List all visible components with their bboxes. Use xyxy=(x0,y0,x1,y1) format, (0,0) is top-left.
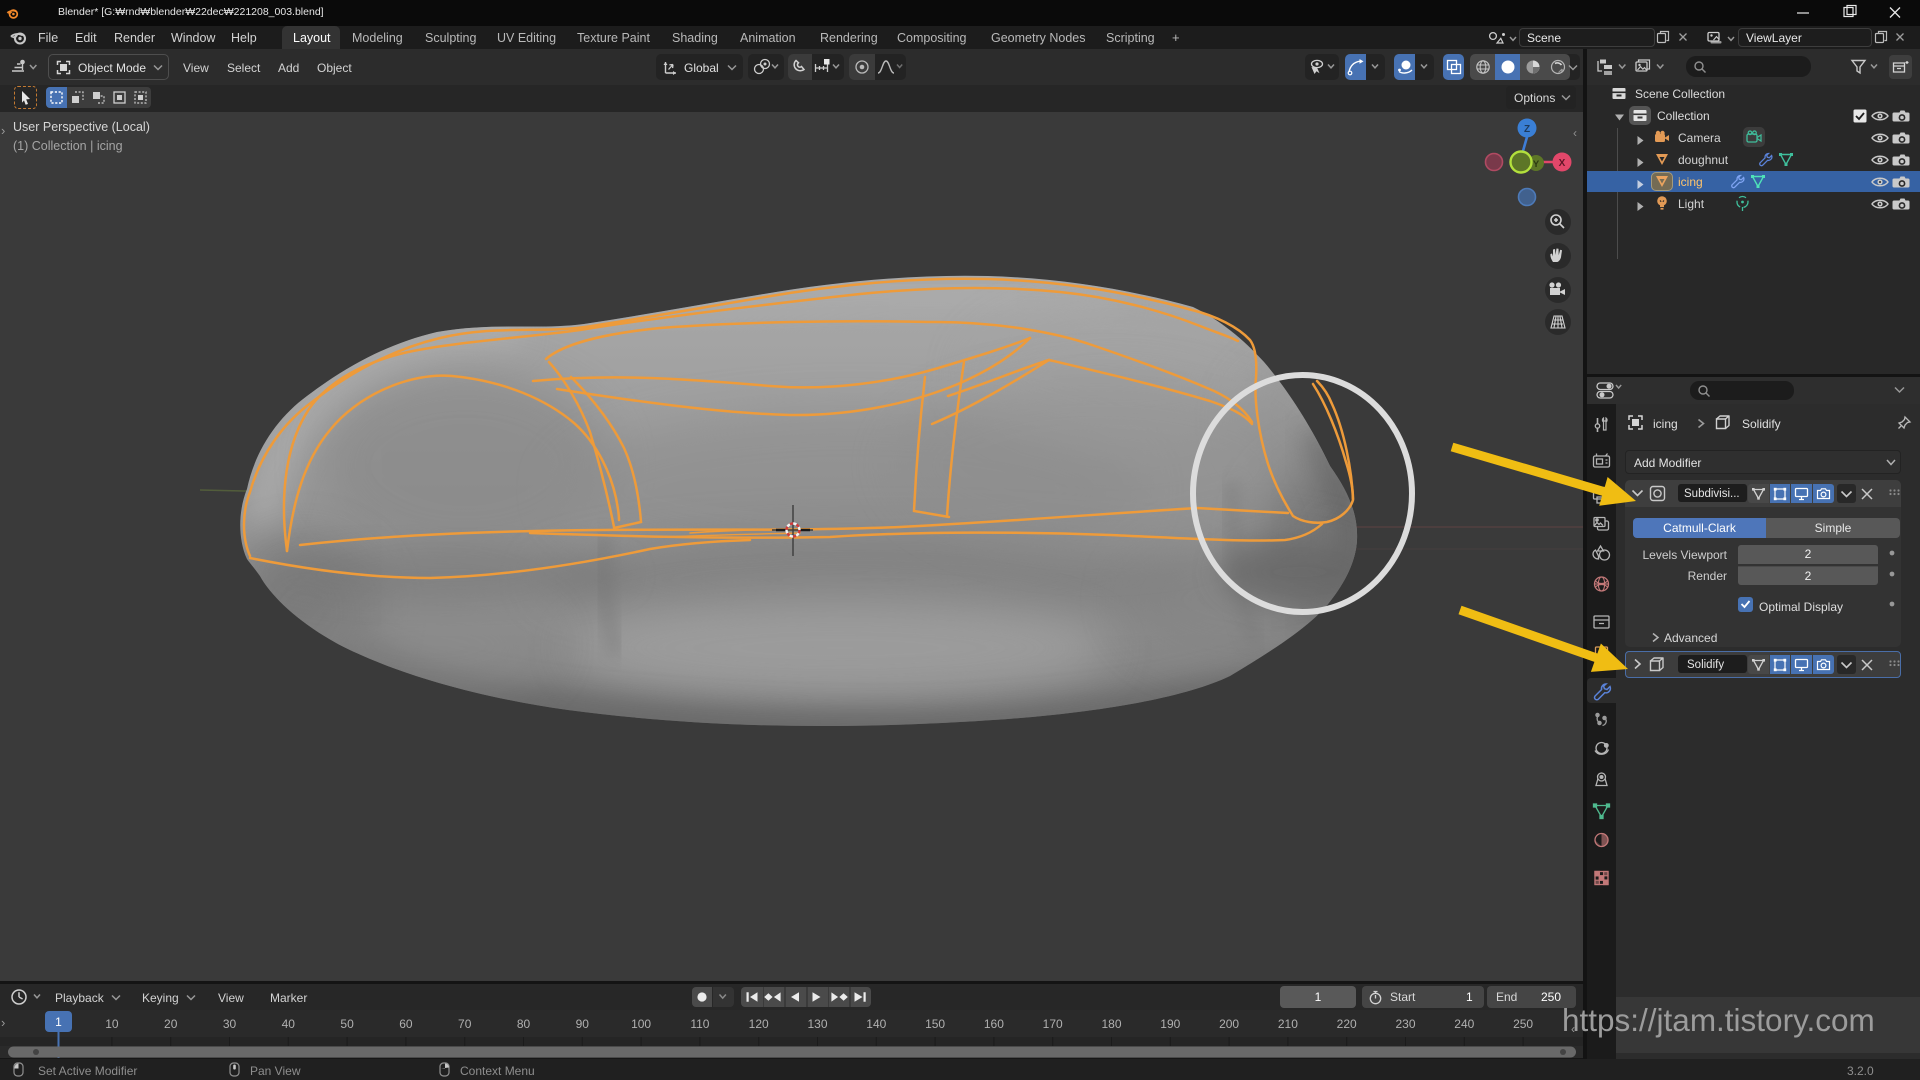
svg-text:240: 240 xyxy=(1454,1017,1474,1031)
svg-text:‹: ‹ xyxy=(1573,126,1577,140)
svg-text:130: 130 xyxy=(807,1017,827,1031)
svg-text:120: 120 xyxy=(749,1017,769,1031)
svg-text:10: 10 xyxy=(105,1017,119,1031)
svg-text:Y: Y xyxy=(1533,159,1540,170)
svg-text:150: 150 xyxy=(925,1017,945,1031)
svg-text:90: 90 xyxy=(576,1017,590,1031)
svg-text:230: 230 xyxy=(1395,1017,1415,1031)
svg-text:›: › xyxy=(1,123,5,138)
svg-text:220: 220 xyxy=(1337,1017,1357,1031)
svg-text:1: 1 xyxy=(55,1015,62,1029)
svg-text:80: 80 xyxy=(517,1017,531,1031)
svg-text:210: 210 xyxy=(1278,1017,1298,1031)
svg-text:250: 250 xyxy=(1513,1017,1533,1031)
svg-text:200: 200 xyxy=(1219,1017,1239,1031)
svg-text:160: 160 xyxy=(984,1017,1004,1031)
svg-text:180: 180 xyxy=(1101,1017,1121,1031)
svg-text:190: 190 xyxy=(1160,1017,1180,1031)
svg-text:100: 100 xyxy=(631,1017,651,1031)
svg-text:›: › xyxy=(1,1015,5,1030)
svg-text:User Perspective (Local): User Perspective (Local) xyxy=(13,120,150,134)
svg-text:140: 140 xyxy=(866,1017,886,1031)
svg-text:(1) Collection | icing: (1) Collection | icing xyxy=(13,139,123,153)
svg-text:20: 20 xyxy=(164,1017,178,1031)
svg-text:70: 70 xyxy=(458,1017,472,1031)
svg-text:50: 50 xyxy=(340,1017,354,1031)
svg-text:110: 110 xyxy=(690,1017,709,1031)
svg-text:30: 30 xyxy=(223,1017,237,1031)
svg-text:40: 40 xyxy=(282,1017,296,1031)
svg-text:X: X xyxy=(1559,158,1566,169)
svg-text:170: 170 xyxy=(1043,1017,1063,1031)
svg-text:60: 60 xyxy=(399,1017,413,1031)
svg-text:Z: Z xyxy=(1524,124,1530,135)
